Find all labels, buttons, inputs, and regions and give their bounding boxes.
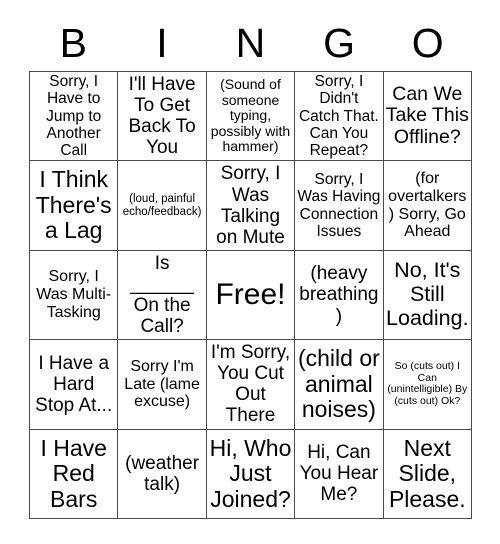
- bingo-cell-label: Sorry, I Didn't Catch That. Can You Repe…: [298, 73, 379, 159]
- bingo-cell-b4[interactable]: I Have a Hard Stop At...: [30, 340, 119, 430]
- bingo-cell-label: I Have Red Bars: [40, 434, 107, 512]
- bingo-cell-label: No, It's Still Loading.: [386, 258, 469, 330]
- bingo-cell-label: Next Slide, Please.: [388, 434, 466, 512]
- bingo-cell-label: (loud, painful echo/feedback): [122, 192, 202, 218]
- bingo-card: B I N G O Sorry, I Have to Jump to Anoth…: [0, 0, 500, 544]
- bingo-cell-label: Sorry, I Have to Jump to Another Call: [46, 73, 102, 159]
- bingo-grid: Sorry, I Have to Jump to Another Call I'l…: [29, 71, 472, 519]
- bingo-cell-i4[interactable]: Sorry I'm Late (lame excuse): [118, 340, 207, 430]
- bingo-cell-label: Can We Take This Offline?: [385, 82, 469, 149]
- bingo-cell-g2[interactable]: Sorry, I Was Having Connection Issues: [295, 161, 384, 251]
- bingo-cell-free-space[interactable]: Free!: [206, 250, 296, 341]
- bingo-cell-label: So (cuts out) I Can (unintelligible) By …: [387, 360, 468, 408]
- bingo-cell-n1[interactable]: (Sound of someone typing, possibly with …: [206, 72, 296, 162]
- bingo-cell-o3[interactable]: No, It's Still Loading.: [383, 250, 472, 341]
- bingo-cell-label: Sorry, I Was Having Connection Issues: [297, 171, 381, 240]
- bingo-cell-label: Hi, Who Just Joined?: [209, 434, 292, 512]
- bingo-cell-label: (heavy breathing): [299, 263, 379, 327]
- bingo-cell-label: I Have a Hard Stop At...: [35, 352, 113, 416]
- bingo-cell-label: Sorry, I Was Multi-Tasking: [36, 268, 112, 321]
- header-letter-o: O: [411, 19, 444, 66]
- bingo-cell-i5[interactable]: (weather talk): [118, 429, 207, 519]
- bingo-cell-i1[interactable]: I'll Have To Get Back To You: [118, 72, 207, 162]
- bingo-cell-o4[interactable]: So (cuts out) I Can (unintelligible) By …: [383, 340, 472, 430]
- bingo-cell-o2[interactable]: (for overtalkers) Sorry, Go Ahead: [383, 161, 472, 251]
- bingo-cell-b3[interactable]: Sorry, I Was Multi-Tasking: [30, 250, 119, 341]
- bingo-cell-b1[interactable]: Sorry, I Have to Jump to Another Call: [30, 72, 119, 162]
- bingo-cell-label: Hi, Can You Hear Me?: [299, 442, 379, 506]
- bingo-cell-b5[interactable]: I Have Red Bars: [30, 429, 119, 519]
- bingo-cell-b2[interactable]: I Think There's a Lag: [30, 161, 119, 251]
- bingo-cell-label: I'm Sorry, You Cut Out There: [210, 342, 291, 427]
- bingo-cell-n5[interactable]: Hi, Who Just Joined?: [206, 429, 296, 519]
- bingo-cell-o5[interactable]: Next Slide, Please.: [383, 429, 472, 519]
- header-letter-n: N: [235, 19, 266, 66]
- bingo-cell-label: (for overtalkers) Sorry, Go Ahead: [388, 170, 467, 241]
- bingo-cell-i2[interactable]: (loud, painful echo/feedback): [118, 161, 207, 251]
- bingo-cell-n2[interactable]: Sorry, I Was Talking on Mute: [206, 161, 296, 251]
- bingo-cell-label: (Sound of someone typing, possibly with …: [210, 76, 291, 155]
- bingo-cell-label: (child or animal noises): [297, 345, 380, 423]
- bingo-cell-g3[interactable]: (heavy breathing): [295, 250, 384, 341]
- bingo-cell-label: I Think There's a Lag: [35, 166, 112, 244]
- bingo-header-row: B I N G O: [29, 18, 472, 68]
- header-letter-i: I: [156, 19, 168, 66]
- bingo-cell-g1[interactable]: Sorry, I Didn't Catch That. Can You Repe…: [295, 72, 384, 162]
- bingo-cell-label: Sorry I'm Late (lame excuse): [124, 357, 200, 411]
- bingo-cell-label: I'll Have To Get Back To You: [128, 74, 196, 159]
- bingo-cell-g5[interactable]: Hi, Can You Hear Me?: [295, 429, 384, 519]
- header-letter-g: G: [323, 19, 356, 66]
- bingo-cell-label: Is ______ On the Call?: [130, 252, 194, 338]
- bingo-cell-label: Sorry, I Was Talking on Mute: [216, 163, 285, 248]
- bingo-cell-n4[interactable]: I'm Sorry, You Cut Out There: [206, 340, 296, 430]
- bingo-cell-g4[interactable]: (child or animal noises): [295, 340, 384, 430]
- bingo-cell-label: (weather talk): [125, 452, 200, 495]
- header-letter-b: B: [59, 19, 87, 66]
- bingo-cell-o1[interactable]: Can We Take This Offline?: [383, 72, 472, 162]
- bingo-cell-i3[interactable]: Is ______ On the Call?: [118, 250, 207, 341]
- bingo-cell-label: Free!: [215, 278, 286, 312]
